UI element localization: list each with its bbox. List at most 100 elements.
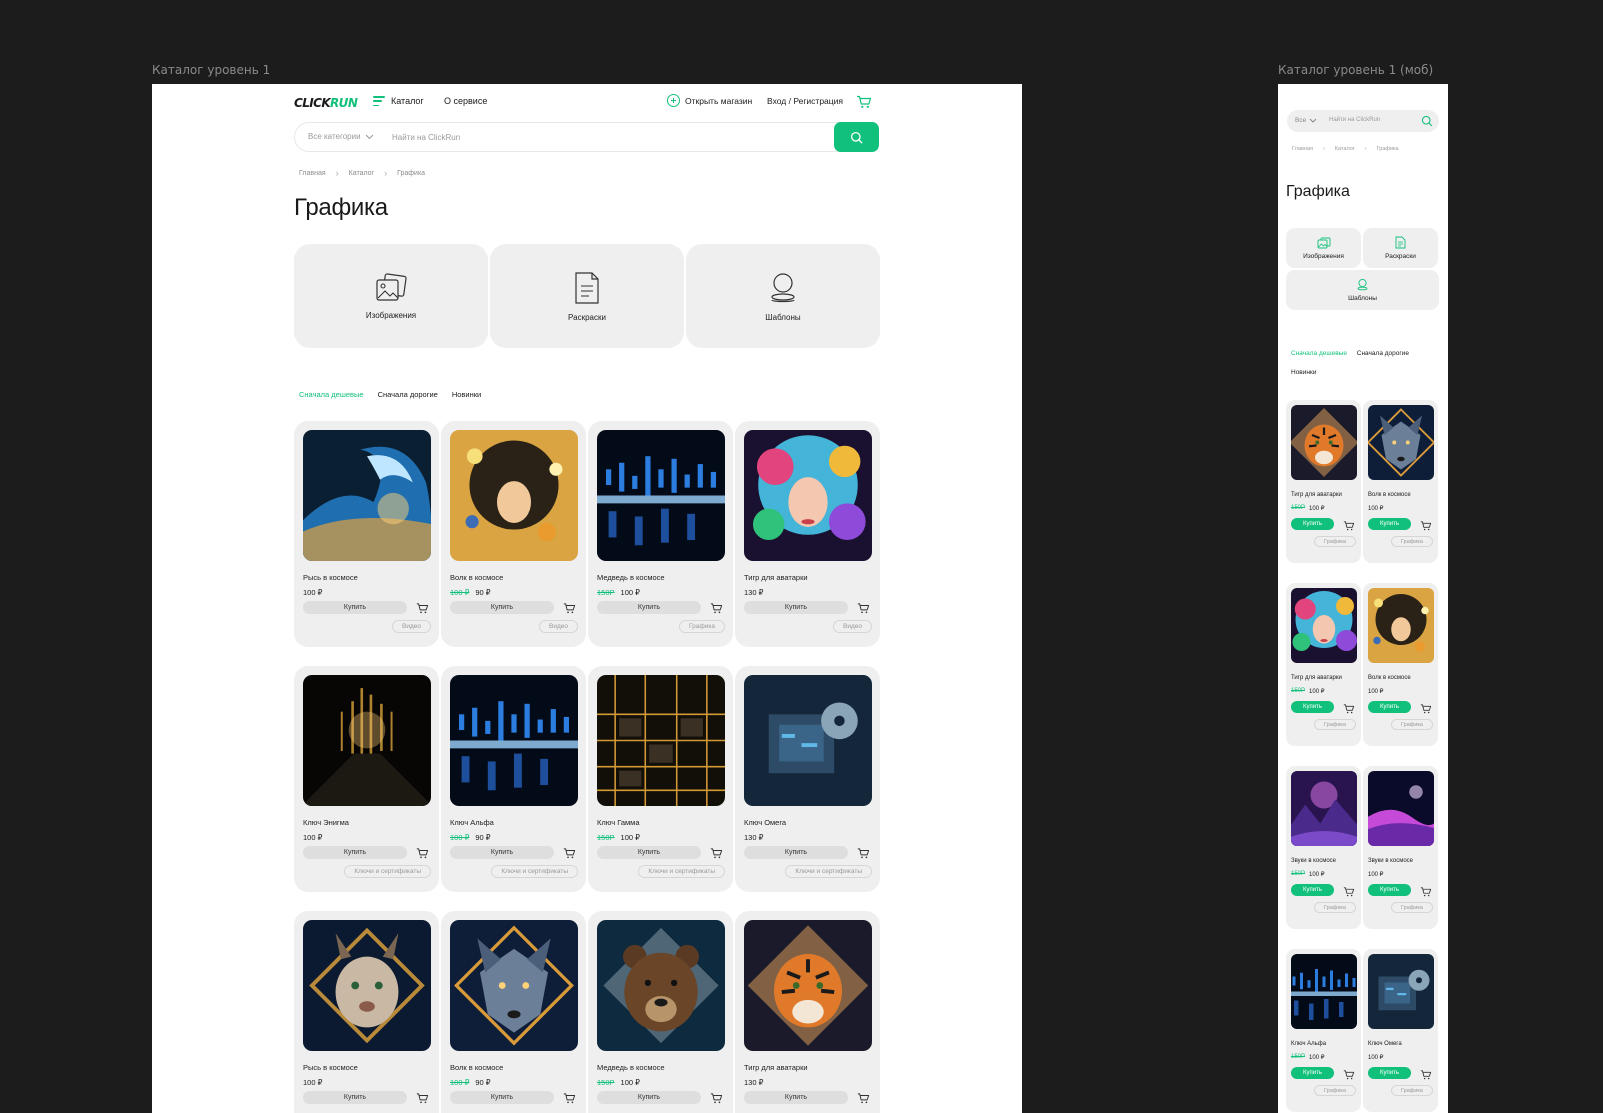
product-card[interactable]: Рысь в космосе 100 ₽ Купить [294,911,439,1113]
mobile-search-category[interactable]: Все [1295,117,1317,124]
cart-icon[interactable] [710,601,723,619]
product-tag[interactable]: Ключи и сертификаты [785,865,872,878]
product-image[interactable] [1368,771,1434,846]
buy-button[interactable]: Купить [1291,884,1334,896]
product-name[interactable]: Ключ Гамма [597,818,640,827]
product-name[interactable]: Тигр для аватарки [744,573,808,582]
search-category-select[interactable]: Все категории [308,132,374,141]
buy-button[interactable]: Купить [1291,1067,1334,1079]
breadcrumb-catalog[interactable]: Каталог [1335,146,1355,152]
cart-icon[interactable] [1420,518,1432,536]
product-image[interactable] [1291,954,1357,1029]
mobile-search-bar[interactable]: Все Найти на ClickRun [1287,110,1439,132]
cart-icon[interactable] [857,1091,870,1109]
product-name[interactable]: Медведь в космосе [597,1063,665,1072]
product-tag[interactable]: Графика [1314,536,1356,547]
product-tag[interactable]: Видео [833,620,872,633]
open-shop-button[interactable]: Открыть магазин [667,94,752,107]
cart-icon[interactable] [1343,1067,1355,1085]
product-name[interactable]: Волк в космосе [450,1063,503,1072]
cart-icon[interactable] [710,1091,723,1109]
product-card[interactable]: Волк в космосе 100 ₽ 90 ₽ Купить Видео [441,421,586,647]
product-name[interactable]: Ключ Омега [1368,1041,1402,1047]
product-name[interactable]: Волк в космосе [1368,492,1411,498]
buy-button[interactable]: Купить [1368,701,1411,713]
cart-icon[interactable] [857,846,870,864]
buy-button[interactable]: Купить [1291,701,1334,713]
product-image[interactable] [744,920,872,1051]
product-tag[interactable]: Ключи и сертификаты [638,865,725,878]
product-name[interactable]: Звуки в космосе [1368,858,1413,864]
cart-icon[interactable] [416,601,429,619]
search-button[interactable] [834,122,879,152]
buy-button[interactable]: Купить [303,846,407,859]
product-tag[interactable]: Графика [1391,719,1433,730]
mobile-product-card[interactable]: Тигр для аватарки 150Р 100 ₽ Купить Графика [1286,583,1361,746]
cart-icon[interactable] [1343,518,1355,536]
mobile-category-coloring[interactable]: Раскраски [1363,228,1438,268]
buy-button[interactable]: Купить [450,601,554,614]
sort-new[interactable]: Новинки [452,390,481,399]
product-name[interactable]: Ключ Энигма [303,818,349,827]
cart-icon[interactable] [1420,884,1432,902]
product-image[interactable] [1368,405,1434,480]
product-image[interactable] [450,430,578,561]
mobile-product-card[interactable]: Тигр для аватарки 150Р 100 ₽ Купить Графика [1286,400,1361,563]
cart-icon[interactable] [1420,1067,1432,1085]
buy-button[interactable]: Купить [450,846,554,859]
mobile-product-card[interactable]: Волк в космосе 100 ₽ Купить Графика [1363,583,1438,746]
product-name[interactable]: Ключ Альфа [1291,1041,1326,1047]
product-name[interactable]: Волк в космосе [1368,675,1411,681]
product-image[interactable] [597,675,725,806]
product-image[interactable] [1291,771,1357,846]
product-tag[interactable]: Графика [1314,902,1356,913]
product-name[interactable]: Ключ Альфа [450,818,494,827]
buy-button[interactable]: Купить [597,601,701,614]
sort-expensive[interactable]: Сначала дорогие [1357,350,1409,357]
product-card[interactable]: Ключ Альфа 100 ₽ 90 ₽ Купить Ключи и сертифи… [441,666,586,892]
product-image[interactable] [597,920,725,1051]
product-name[interactable]: Рысь в космосе [303,1063,358,1072]
mobile-product-card[interactable]: Звуки в космосе 100 ₽ Купить Графика [1363,766,1438,929]
buy-button[interactable]: Купить [1368,884,1411,896]
product-name[interactable]: Звуки в космосе [1291,858,1336,864]
buy-button[interactable]: Купить [1291,518,1334,530]
buy-button[interactable]: Купить [303,601,407,614]
product-image[interactable] [1368,588,1434,663]
product-tag[interactable]: Графика [1391,902,1433,913]
product-image[interactable] [744,675,872,806]
mobile-product-card[interactable]: Ключ Альфа 150Р 100 ₽ Купить Графика [1286,949,1361,1112]
product-card[interactable]: Ключ Гамма 150Р 100 ₽ Купить Ключи и сертифи… [588,666,733,892]
product-name[interactable]: Рысь в космосе [303,573,358,582]
buy-button[interactable]: Купить [597,846,701,859]
product-card[interactable]: Ключ Омега 130 ₽ Купить Ключи и сертификаты [735,666,880,892]
product-image[interactable] [450,920,578,1051]
mobile-product-card[interactable]: Ключ Омега 100 ₽ Купить Графика [1363,949,1438,1112]
product-tag[interactable]: Видео [392,620,431,633]
product-image[interactable] [450,675,578,806]
product-image[interactable] [303,920,431,1051]
cart-icon[interactable] [857,601,870,619]
sort-expensive[interactable]: Сначала дорогие [378,390,438,399]
cart-icon[interactable] [563,601,576,619]
product-image[interactable] [303,675,431,806]
product-name[interactable]: Тигр для аватарки [1291,492,1342,498]
buy-button[interactable]: Купить [1368,1067,1411,1079]
product-card[interactable]: Волк в космосе 100 ₽ 90 ₽ Купить [441,911,586,1113]
mobile-category-templates[interactable]: Шаблоны [1286,270,1439,310]
product-card[interactable]: Тигр для аватарки 130 ₽ Купить [735,911,880,1113]
cart-icon[interactable] [1420,701,1432,719]
product-tag[interactable]: Видео [539,620,578,633]
mobile-search-input[interactable]: Найти на ClickRun [1329,117,1380,123]
mobile-product-card[interactable]: Звуки в космосе 150Р 100 ₽ Купить Графика [1286,766,1361,929]
product-name[interactable]: Тигр для аватарки [1291,675,1342,681]
product-name[interactable]: Медведь в космосе [597,573,665,582]
sort-cheap[interactable]: Сначала дешевые [299,390,364,399]
cart-icon[interactable] [416,846,429,864]
product-image[interactable] [597,430,725,561]
product-tag[interactable]: Графика [1314,719,1356,730]
product-name[interactable]: Волк в космосе [450,573,503,582]
product-tag[interactable]: Графика [679,620,725,633]
buy-button[interactable]: Купить [744,601,848,614]
breadcrumb-catalog[interactable]: Каталог [349,170,374,177]
